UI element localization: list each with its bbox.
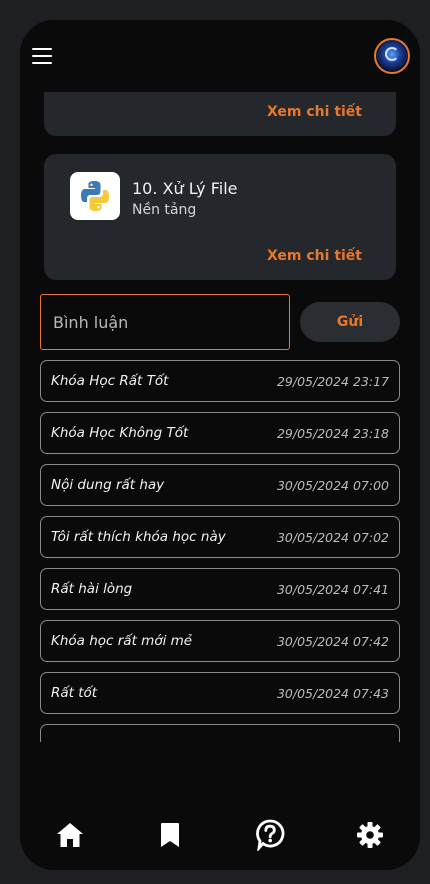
content-scroll[interactable]: Xem chi tiết 10. Xử Lý File Nền tảng Xem… [20,92,420,742]
comment-item: Khóa Học Rất Tốt 29/05/2024 23:17 [40,360,400,402]
comment-text: Khóa học rất mới mẻ [51,633,193,649]
hamburger-menu-icon[interactable] [32,48,52,64]
home-icon [57,823,83,847]
comment-item: Khóa học rất mới mẻ 30/05/2024 07:42 [40,620,400,662]
comment-timestamp: 30/05/2024 07:41 [276,581,389,597]
comment-text: Rất hài lòng [51,581,133,597]
comment-timestamp: 30/05/2024 07:42 [276,633,389,649]
view-detail-link[interactable]: Xem chi tiết [267,248,362,264]
comment-item: Rất hài lòng 30/05/2024 07:41 [40,568,400,610]
course-subtitle: Nền tảng [132,202,197,218]
nav-help[interactable] [250,815,290,855]
comment-text: Khóa Học Rất Tốt [51,373,169,389]
comment-input[interactable] [40,294,290,350]
comment-item: Tôi rất thích khóa học này 30/05/2024 07… [40,516,400,558]
help-icon [256,819,285,851]
comment-timestamp: 30/05/2024 07:00 [276,477,389,493]
bottom-navigation [20,800,420,870]
course-title: 10. Xử Lý File [132,179,238,198]
course-card: 10. Xử Lý File Nền tảng Xem chi tiết [44,154,396,280]
app-header [20,20,420,92]
comment-timestamp: 30/05/2024 07:02 [276,529,389,545]
course-card-previous: Xem chi tiết [44,92,396,136]
nav-bookmark[interactable] [150,815,190,855]
comment-item: Nội dung rất hay 30/05/2024 07:00 [40,464,400,506]
send-button[interactable]: Gửi [300,302,400,342]
bookmark-icon [161,823,179,847]
comment-item-partial [40,724,400,742]
comment-text: Nội dung rất hay [51,477,165,493]
python-logo-icon [70,172,120,220]
comment-timestamp: 30/05/2024 07:43 [276,685,389,701]
comment-text: Khóa Học Không Tốt [51,425,189,441]
comment-item: Khóa Học Không Tốt 29/05/2024 23:18 [40,412,400,454]
comment-timestamp: 29/05/2024 23:18 [276,425,389,441]
nav-settings[interactable] [350,815,390,855]
nav-home[interactable] [50,815,90,855]
app-screen: Xem chi tiết 10. Xử Lý File Nền tảng Xem… [20,20,420,870]
settings-icon [357,822,383,848]
comment-item: Rất tốt 30/05/2024 07:43 [40,672,400,714]
comment-text: Rất tốt [51,685,98,701]
comment-list: Khóa Học Rất Tốt 29/05/2024 23:17 Khóa H… [40,360,400,742]
view-detail-link[interactable]: Xem chi tiết [267,104,362,120]
comment-text: Tôi rất thích khóa học này [51,529,226,545]
comment-timestamp: 29/05/2024 23:17 [276,373,389,389]
user-avatar[interactable] [374,38,410,74]
